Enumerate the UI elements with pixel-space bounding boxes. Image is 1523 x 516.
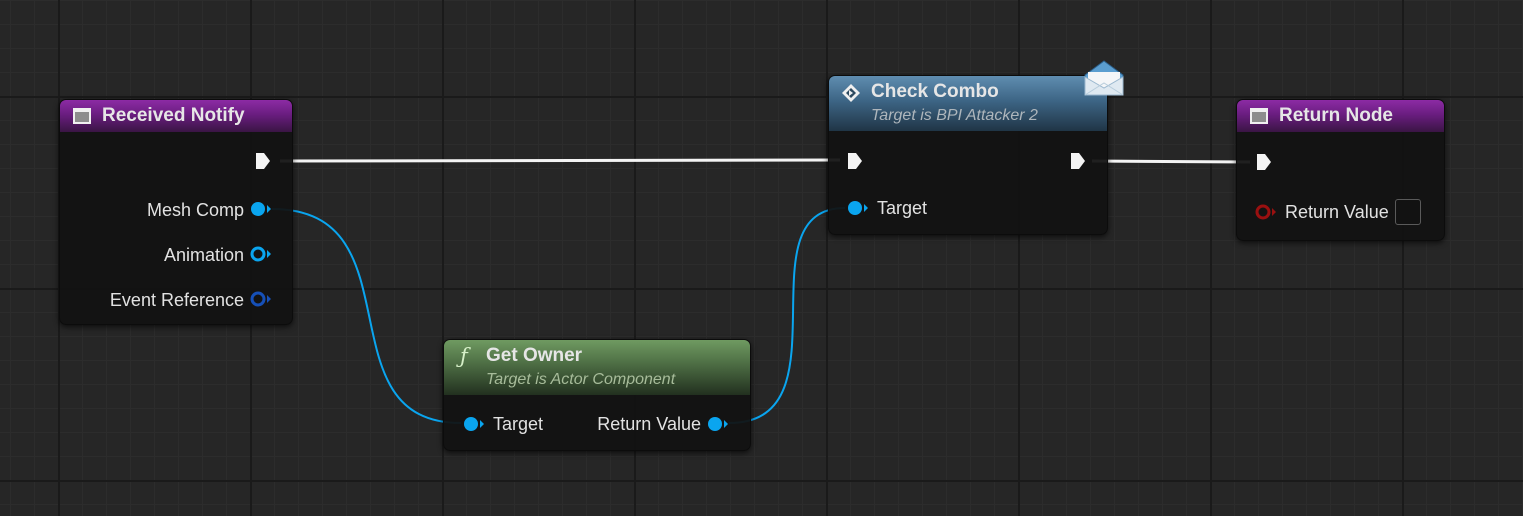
check-combo-header[interactable]: Check Combo Target is BPI Attacker 2 (829, 76, 1107, 131)
get-owner-node[interactable]: ƒ Get Owner Target is Actor Component Ta… (443, 339, 751, 451)
target-pin[interactable] (463, 416, 485, 432)
return-value-pin[interactable] (1255, 204, 1277, 220)
target-pin[interactable] (847, 200, 869, 216)
return-value-pin-label: Return Value (597, 414, 701, 434)
node-subtitle: Target is Actor Component (486, 371, 676, 388)
return-value-pin[interactable] (707, 416, 729, 432)
node-title: Received Notify (102, 105, 245, 126)
return-value-checkbox[interactable] (1395, 199, 1421, 225)
target-pin-label: Target (493, 414, 544, 434)
node-title: Check Combo (871, 81, 999, 102)
received-notify-node[interactable]: Received Notify Mesh Comp Animation Even… (59, 99, 293, 325)
node-title: Get Owner (486, 345, 583, 366)
animation-pin-label: Animation (163, 245, 244, 265)
exec-wire-notify-to-check-combo[interactable] (279, 158, 841, 163)
exec-output-pin[interactable] (1070, 152, 1086, 170)
data-wire-mesh-comp-to-get-owner[interactable] (271, 208, 462, 424)
return-node[interactable]: Return Node Return Value (1236, 99, 1445, 241)
event-function-icon (73, 108, 91, 124)
mesh-comp-pin-label: Mesh Comp (146, 200, 244, 220)
exec-wire-check-combo-to-return[interactable] (1091, 159, 1251, 164)
received-notify-header[interactable]: Received Notify (60, 100, 292, 132)
mesh-comp-pin[interactable] (250, 201, 272, 217)
return-node-header[interactable]: Return Node (1237, 100, 1444, 132)
animation-pin[interactable] (250, 246, 272, 262)
check-combo-node[interactable]: Check Combo Target is BPI Attacker 2 Tar… (828, 75, 1108, 235)
return-value-pin-label: Return Value (1285, 202, 1389, 222)
event-reference-pin-label: Event Reference (109, 290, 244, 310)
envelope-icon (1084, 60, 1124, 96)
exec-input-pin[interactable] (847, 152, 863, 170)
node-title: Return Node (1279, 105, 1393, 126)
event-reference-pin[interactable] (250, 291, 272, 307)
function-result-icon (1250, 108, 1268, 124)
node-subtitle: Target is BPI Attacker 2 (871, 107, 1038, 124)
target-pin-label: Target (877, 198, 928, 218)
exec-output-pin[interactable] (255, 152, 271, 170)
exec-input-pin[interactable] (1256, 153, 1272, 171)
get-owner-header[interactable]: ƒ Get Owner Target is Actor Component (444, 340, 750, 395)
message-diamond-icon (842, 84, 860, 102)
function-icon: ƒ (460, 344, 468, 368)
